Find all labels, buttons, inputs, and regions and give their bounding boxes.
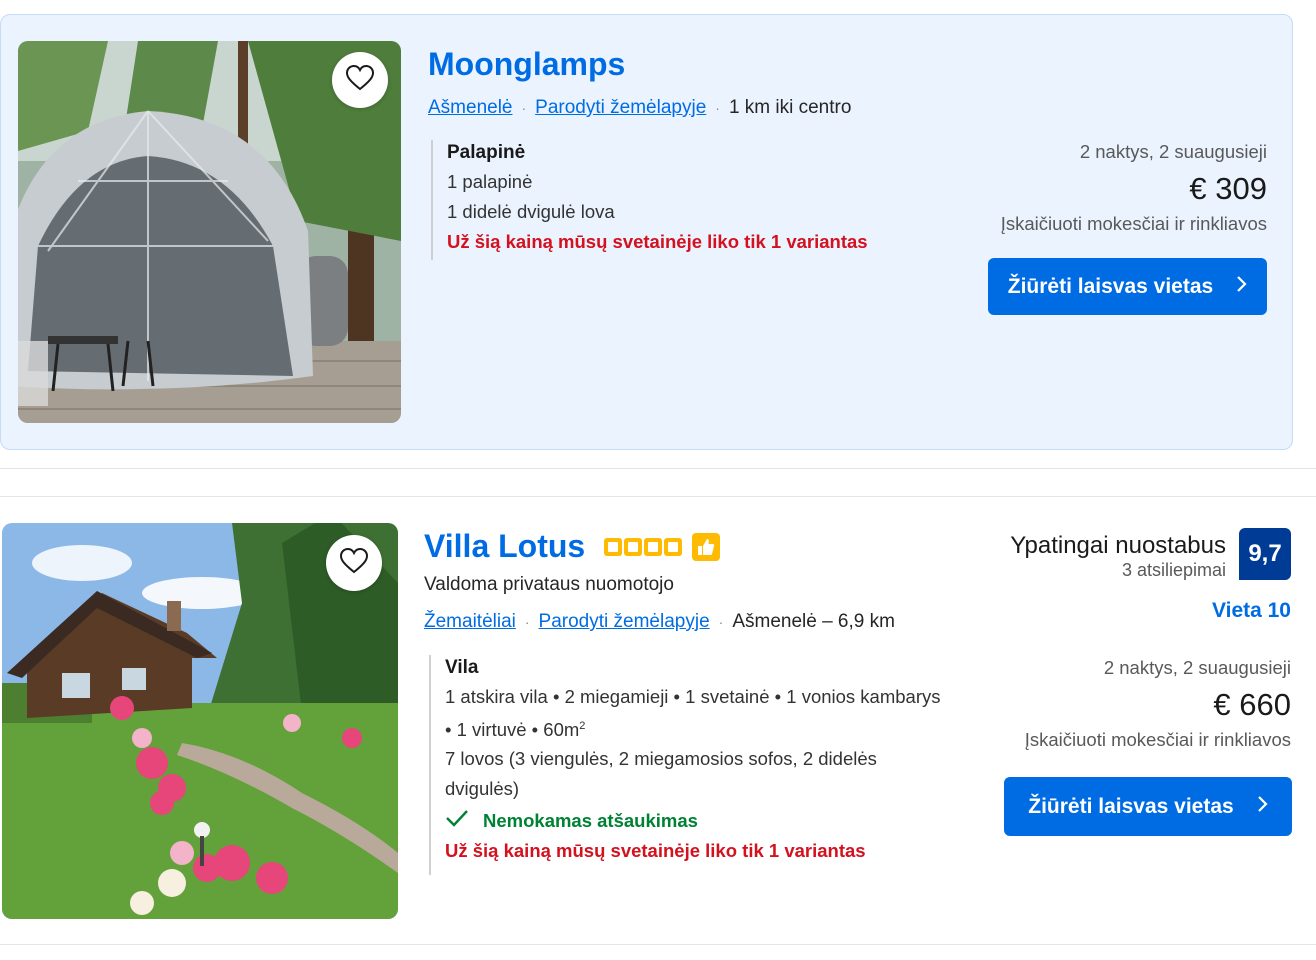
save-to-wishlist-button[interactable]: [332, 52, 388, 108]
see-availability-button[interactable]: Žiūrėti laisvas vietas: [988, 258, 1267, 315]
chevron-right-icon: [1256, 795, 1268, 819]
price-block: 2 naktys, 2 suaugusieji € 309 Įskaičiuot…: [1001, 141, 1267, 235]
town-link[interactable]: Žemaitėliai: [424, 611, 516, 633]
divider: [0, 496, 1316, 497]
host-type: Valdoma privataus nuomotojo: [424, 574, 674, 595]
location-score: Vieta 10: [1211, 599, 1291, 622]
thumbs-up-icon[interactable]: [692, 533, 720, 561]
star-icon: [664, 538, 682, 556]
free-cancellation: Nemokamas atšaukimas: [445, 809, 974, 832]
property-title[interactable]: Villa Lotus: [424, 528, 585, 565]
separator-dot: ·: [718, 614, 724, 630]
unit-line: 1 didelė dvigulė lova: [447, 200, 615, 222]
distance-text: Ašmenelė – 6,9 km: [732, 611, 895, 632]
star-icon: [624, 538, 642, 556]
unit-superscript: 2: [579, 719, 586, 732]
stay-summary: 2 naktys, 2 suaugusieji: [1103, 657, 1291, 678]
divider: [0, 468, 1316, 469]
stay-summary: 2 naktys, 2 suaugusieji: [1079, 141, 1267, 162]
price: € 660: [1213, 687, 1291, 722]
availability-warning: Už šią kainą mūsų svetainėje liko tik 1 …: [445, 840, 866, 862]
button-label: Žiūrėti laisvas vietas: [1007, 274, 1214, 298]
checkmark-icon: [445, 809, 469, 832]
see-availability-button[interactable]: Žiūrėti laisvas vietas: [1004, 777, 1292, 836]
town-link[interactable]: Ašmenelė: [428, 97, 513, 119]
price: € 309: [1189, 171, 1267, 206]
review-score-text[interactable]: Ypatingai nuostabus 3 atsiliepimai: [1010, 532, 1226, 581]
unit-line: 1 atskira vila • 2 miegamieji • 1 svetai…: [445, 686, 941, 707]
star-icon: [644, 538, 662, 556]
property-title[interactable]: Moonglamps: [428, 46, 625, 83]
location-row: Žemaitėliai · Parodyti žemėlapyje · Ašme…: [424, 611, 895, 633]
heart-icon: [339, 547, 369, 579]
free-cancellation-label: Nemokamas atšaukimas: [483, 809, 698, 831]
unit-line: 7 lovos (3 viengulės, 2 miegamosios sofo…: [445, 748, 877, 770]
review-count: 3 atsiliepimai: [1121, 560, 1226, 580]
unit-name: Vila: [445, 657, 479, 678]
separator-dot: ·: [715, 100, 720, 116]
unit-line: dvigulės): [445, 777, 520, 799]
chevron-right-icon: [1235, 275, 1247, 299]
save-to-wishlist-button[interactable]: [326, 535, 382, 591]
distance-text: 1 km iki centro: [728, 97, 852, 118]
taxes-note: Įskaičiuoti mokesčiai ir rinkliavos: [1000, 213, 1267, 234]
review-score-badge[interactable]: 9,7: [1239, 528, 1291, 580]
star-rating: [604, 533, 720, 561]
button-label: Žiūrėti laisvas vietas: [1028, 794, 1234, 818]
show-on-map-link[interactable]: Parodyti žemėlapyje: [539, 611, 710, 633]
score-word: Ypatingai nuostabus: [1010, 532, 1226, 559]
separator-dot: ·: [524, 614, 530, 630]
divider: [0, 944, 1316, 945]
unit-details: Palapinė 1 palapinė 1 didelė dvigulė lov…: [431, 140, 951, 260]
unit-details: Vila 1 atskira vila • 2 miegamieji • 1 s…: [429, 655, 974, 875]
show-on-map-link[interactable]: Parodyti žemėlapyje: [535, 97, 706, 119]
availability-warning: Už šią kainą mūsų svetainėje liko tik 1 …: [447, 231, 868, 252]
unit-name: Palapinė: [447, 142, 526, 163]
price-block: 2 naktys, 2 suaugusieji € 660 Įskaičiuot…: [1025, 657, 1291, 751]
taxes-note: Įskaičiuoti mokesčiai ir rinkliavos: [1024, 729, 1291, 750]
separator-dot: ·: [521, 100, 527, 116]
heart-icon: [345, 64, 375, 96]
unit-line: 1 palapinė: [447, 171, 533, 192]
star-icon: [604, 538, 622, 556]
unit-line: • 1 virtuvė • 60m2: [445, 712, 974, 745]
location-row: Ašmenelė · Parodyti žemėlapyje · 1 km ik…: [428, 97, 851, 119]
unit-line-text: • 1 virtuvė • 60m: [445, 718, 580, 740]
